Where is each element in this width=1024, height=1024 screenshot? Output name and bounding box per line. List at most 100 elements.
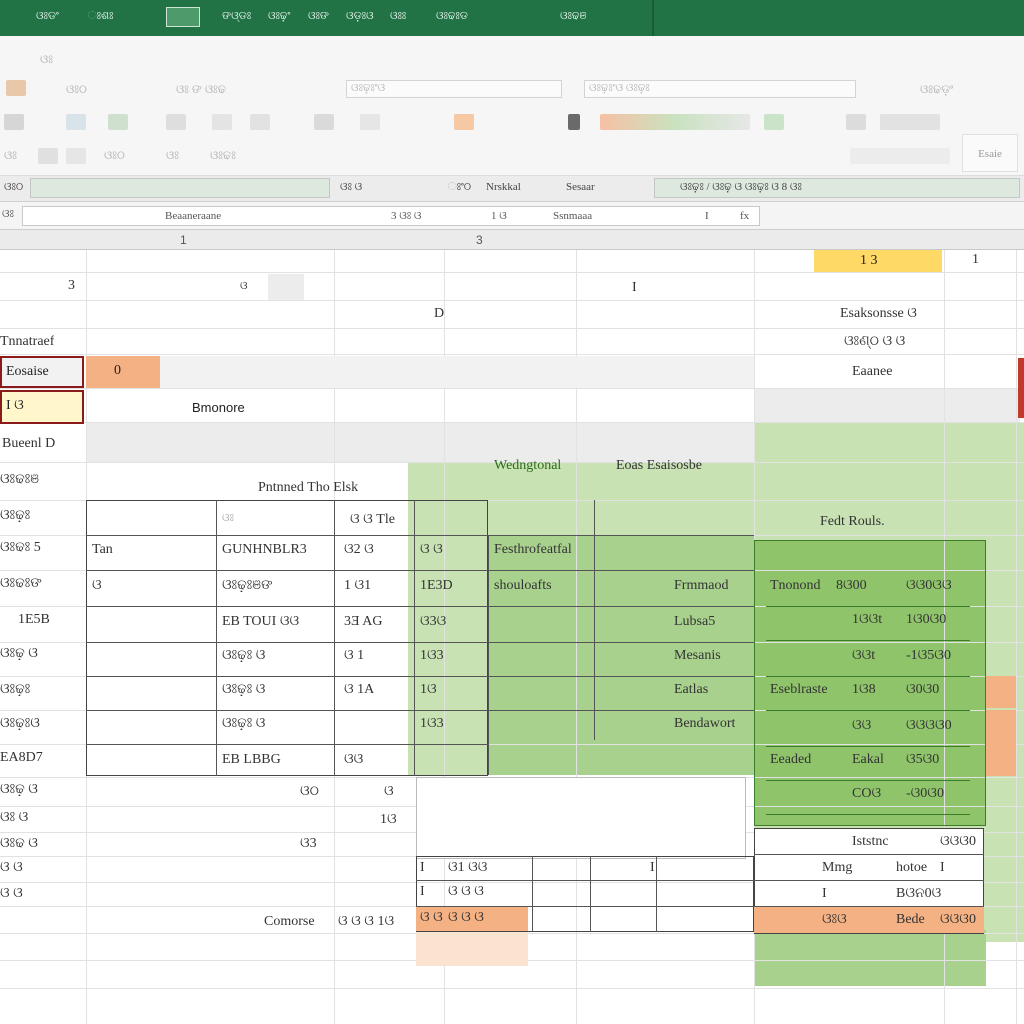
font-color-icon[interactable] — [568, 114, 580, 130]
cell[interactable]: D — [434, 306, 444, 322]
underline-icon[interactable] — [250, 114, 270, 130]
border-icon[interactable] — [314, 114, 334, 130]
menu-tab[interactable]: ଓଡ଼ଃଓ — [346, 10, 374, 23]
panel-cell[interactable]: ଓଓଓଓ0 — [906, 718, 952, 734]
panel-cell[interactable]: 1ଓ8 — [852, 682, 876, 698]
table-cell[interactable]: I — [420, 860, 425, 876]
fx-icon[interactable]: fx — [740, 210, 749, 222]
toolbar-segment[interactable] — [30, 178, 330, 198]
row-label[interactable]: EA8D7 — [0, 750, 43, 766]
table-cell[interactable]: ଓ2 ଓ — [344, 542, 374, 558]
panel-cell[interactable]: Eakal — [852, 752, 884, 768]
table-cell[interactable]: 1ଓ3 — [420, 648, 444, 664]
panel-cell[interactable]: -ଓ0ଓ0 — [906, 786, 944, 802]
fill-color-icon[interactable] — [454, 114, 474, 130]
menu-tab[interactable]: ଙଓ୍ଡଃ — [222, 10, 251, 23]
table-cell[interactable]: Bendawort — [674, 716, 735, 732]
cell[interactable]: 1 — [972, 252, 979, 268]
cell[interactable]: ଓଃଢଃଞ — [0, 472, 39, 488]
summary-value[interactable]: ଓ ଓ ଓ 1ଓ — [338, 914, 394, 930]
name-box-label[interactable]: ଓଃ — [2, 208, 14, 221]
table-cell[interactable]: I — [420, 884, 425, 900]
table-cell[interactable]: ଓଃଢ଼ଃ ଓ — [222, 716, 265, 732]
table-cell[interactable]: EB LBBG — [222, 752, 281, 768]
row-label[interactable]: ଓଃଢ଼ଃ — [0, 682, 30, 698]
panel-cell[interactable]: Eeaded — [770, 752, 811, 768]
row-label[interactable]: 1E5B — [18, 612, 50, 628]
menu-tab[interactable]: ଓଃଢ଼ଂ — [268, 10, 290, 23]
cell[interactable]: Tnnatraef — [0, 334, 54, 350]
panel-cell[interactable]: ଓଓଓ0 — [940, 834, 976, 850]
column-header[interactable]: 3 — [476, 233, 483, 247]
menu-tab[interactable]: ଓଃଢଞ — [560, 10, 586, 23]
format-painter-icon[interactable] — [108, 114, 128, 130]
format-icon[interactable] — [880, 114, 940, 130]
table-cell[interactable]: GUNHNBLR3 — [222, 542, 307, 558]
panel-cell[interactable]: ଓଃଓ — [822, 912, 847, 928]
highlighted-cell[interactable]: 0 — [86, 356, 160, 388]
font-size-combo[interactable]: ଓଃଢ଼ଃଂଓ ଓଃଢ଼ଃ — [584, 80, 856, 98]
sort-filter-button[interactable]: Esaie — [962, 134, 1018, 172]
table-cell[interactable]: ଓଓ — [344, 752, 363, 768]
row-label[interactable]: ଓଃଢ଼ ଓ — [0, 646, 38, 662]
cell[interactable]: 3 — [68, 278, 75, 294]
panel-cell[interactable]: ଓ5ଓ0 — [906, 752, 939, 768]
column-header[interactable]: 1 — [180, 233, 187, 247]
table-cell[interactable]: Tan — [92, 542, 113, 558]
highlighted-cell[interactable] — [986, 676, 1016, 708]
table-cell[interactable]: ଓ3ଓ — [420, 614, 446, 630]
align-icon[interactable] — [360, 114, 380, 130]
cell[interactable]: 1ଓ — [380, 812, 397, 828]
table-cell[interactable]: ଓ1 ଓଓ — [448, 860, 487, 876]
paste-icon[interactable] — [6, 80, 26, 96]
panel-cell[interactable]: ଓଓ0ଓଓ — [906, 578, 952, 594]
table-cell[interactable]: ଓ ଓ ଓ — [448, 884, 484, 900]
panel-cell[interactable]: -1ଓ5ଓ0 — [906, 648, 951, 664]
panel-cell[interactable]: 1ଓଓt — [852, 612, 882, 628]
panel-cell[interactable]: ଓଓଓ0 — [940, 912, 976, 928]
panel-cell[interactable]: Iststnc — [852, 834, 889, 850]
row-label[interactable]: ଓଃଢଃଙ — [0, 576, 42, 592]
formula-input[interactable]: Beaaneraane 3 ଓଃ ଓ 1 ଓ Ssnmaaa I — [22, 206, 760, 226]
panel-cell[interactable]: Bede — [896, 912, 925, 928]
toolbar-text[interactable]: Nrskkal — [486, 181, 521, 193]
percent-icon[interactable] — [66, 148, 86, 164]
cell[interactable]: Esaksonsse ଓ — [840, 306, 917, 322]
menu-tab[interactable]: ଓଃଢଃଡ — [436, 10, 468, 23]
selected-cell[interactable]: I ଓ — [0, 390, 84, 424]
panel-cell[interactable]: Mmg — [822, 860, 852, 876]
row-label[interactable]: ଓ ଓ — [0, 860, 23, 876]
panel-cell[interactable]: ଓଓ — [852, 718, 871, 734]
table-cell[interactable]: Frmmaod — [674, 578, 728, 594]
row-label[interactable]: ଓଃ ଓ — [0, 810, 28, 826]
menu-tab[interactable]: ଓଃଙ — [308, 10, 329, 23]
panel-cell[interactable]: I — [822, 886, 827, 902]
table-cell[interactable]: ଓ 1A — [344, 682, 374, 698]
table-cell[interactable]: 1ଓ — [420, 682, 437, 698]
copy-icon[interactable] — [66, 114, 86, 130]
menu-tab[interactable]: ଓଃଃ — [390, 10, 406, 23]
cut-icon[interactable] — [4, 114, 24, 130]
table-cell[interactable]: ଓଃଢ଼ଃ ଓ — [222, 648, 265, 664]
table-cell[interactable]: EB TOUI ଓଓ — [222, 614, 299, 630]
panel-cell[interactable]: I — [940, 860, 945, 876]
panel-cell[interactable]: ଓ0ଓ0 — [906, 682, 939, 698]
table-cell[interactable]: ଓଃଢ଼ଃ ଓ — [222, 682, 265, 698]
table-cell[interactable]: ଓ 1 — [344, 648, 364, 664]
cell-styles-gallery[interactable] — [600, 114, 750, 130]
table-cell[interactable]: 3Ǝ AG — [344, 614, 383, 630]
table-cell[interactable]: ଓ — [92, 578, 102, 594]
number-format-icon[interactable] — [38, 148, 58, 164]
row-label[interactable]: ଓଃଢ଼ ଓ — [0, 782, 38, 798]
font-name-combo[interactable]: ଓଃଢ଼ଃଂଓ — [346, 80, 562, 98]
delete-icon[interactable] — [846, 114, 866, 130]
row-label[interactable]: ଓଃଢ଼ଃ — [0, 508, 30, 524]
table-cell[interactable]: 1 ଓ1 — [344, 578, 371, 594]
spreadsheet-grid[interactable]: 3 ଓ I 1 3 1 D Esaksonsse ଓ Tnnatraef ଓଃଣ… — [0, 250, 1024, 1024]
row-label[interactable]: ଓ ଓ — [0, 886, 23, 902]
cell[interactable]: Eaanee — [852, 364, 892, 380]
cell[interactable]: ଓ — [240, 280, 248, 293]
insert-icon[interactable] — [764, 114, 784, 130]
table-cell[interactable]: 1E3D — [420, 578, 453, 594]
table-cell[interactable]: Lubsa5 — [674, 614, 715, 630]
